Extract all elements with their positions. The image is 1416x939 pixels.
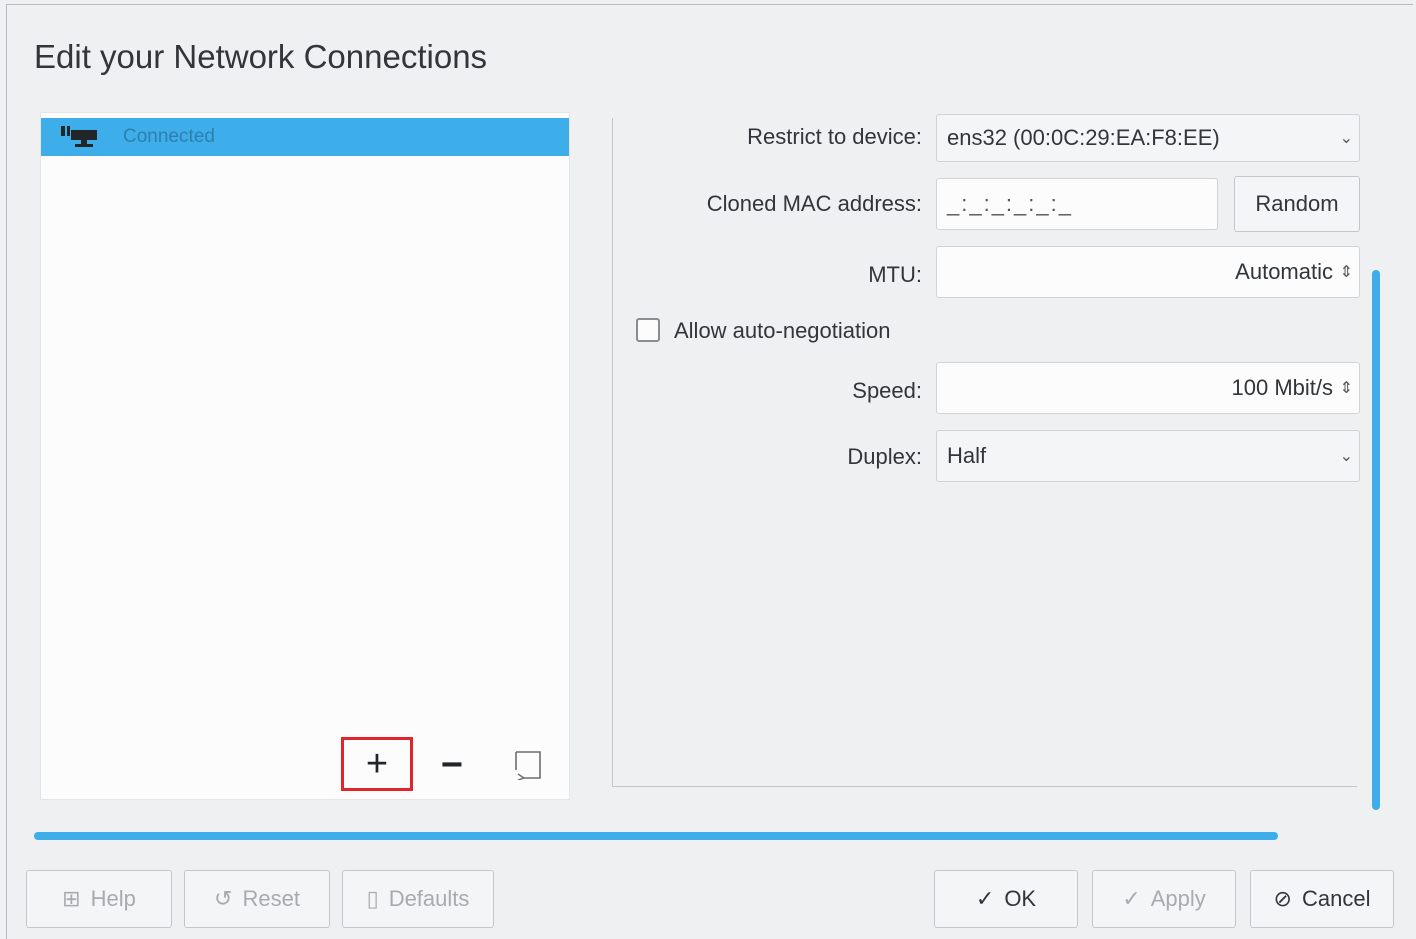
ok-button[interactable]: ✓ OK <box>934 870 1078 928</box>
connection-list[interactable]: Connected + − <box>40 112 570 800</box>
cloned-mac-value: _:_:_:_:_:_ <box>947 191 1073 216</box>
ok-label: OK <box>1004 886 1037 911</box>
mtu-value: Automatic <box>1235 259 1333 284</box>
random-mac-button[interactable]: Random <box>1234 176 1360 232</box>
checkmark-icon: ✓ <box>1122 886 1141 911</box>
wired-network-icon <box>61 126 97 147</box>
cloned-mac-label: Cloned MAC address: <box>706 191 922 216</box>
defaults-icon: ▯ <box>366 886 379 911</box>
chevron-down-icon: ⌄ <box>1339 130 1353 147</box>
cancel-icon: ⊘ <box>1273 886 1292 911</box>
duplex-value: Half <box>947 443 987 468</box>
defaults-button[interactable]: ▯ Defaults <box>342 870 494 928</box>
duplex-label: Duplex: <box>847 444 922 469</box>
reset-label: Reset <box>242 886 300 911</box>
minus-icon: − <box>440 743 464 786</box>
page-title: Edit your Network Connections <box>34 38 488 75</box>
connection-status: Connected <box>123 126 215 147</box>
mtu-spinbox[interactable]: Automatic ⇕ <box>936 246 1360 298</box>
cancel-label: Cancel <box>1301 886 1371 911</box>
connection-item-selected[interactable]: Connected <box>41 118 569 156</box>
spin-arrows-icon: ⇕ <box>1339 264 1353 281</box>
reset-icon: ↺ <box>214 886 233 911</box>
apply-label: Apply <box>1150 886 1206 911</box>
defaults-label: Defaults <box>388 886 470 911</box>
speed-spinbox[interactable]: 100 Mbit/s ⇕ <box>936 362 1360 414</box>
export-connection-button[interactable] <box>491 737 565 793</box>
mtu-label: MTU: <box>868 262 922 287</box>
reset-button[interactable]: ↺ Reset <box>184 870 330 928</box>
restrict-device-label: Restrict to device: <box>747 124 922 149</box>
help-icon: ⊞ <box>62 886 81 911</box>
checkmark-icon: ✓ <box>975 886 995 911</box>
add-connection-button[interactable]: + <box>341 737 413 791</box>
auto-negotiation-label: Allow auto-negotiation <box>674 318 891 343</box>
spin-arrows-icon: ⇕ <box>1339 380 1353 397</box>
help-button[interactable]: ⊞ Help <box>26 870 172 928</box>
vertical-scrollbar[interactable] <box>1372 270 1380 810</box>
apply-button[interactable]: ✓ Apply <box>1092 870 1236 928</box>
export-icon <box>515 751 541 780</box>
horizontal-scrollbar[interactable] <box>34 832 1278 840</box>
auto-negotiation-checkbox[interactable] <box>636 318 660 342</box>
chevron-down-icon: ⌄ <box>1339 448 1353 465</box>
cloned-mac-input[interactable]: _:_:_:_:_:_ <box>936 178 1218 230</box>
restrict-device-value: ens32 (00:0C:29:EA:F8:EE) <box>947 125 1220 150</box>
help-label: Help <box>90 886 136 911</box>
duplex-select[interactable]: Half ⌄ <box>936 430 1360 482</box>
speed-label: Speed: <box>852 378 922 403</box>
cancel-button[interactable]: ⊘ Cancel <box>1250 870 1394 928</box>
restrict-device-select[interactable]: ens32 (00:0C:29:EA:F8:EE) ⌄ <box>936 114 1360 162</box>
remove-connection-button[interactable]: − <box>415 737 489 793</box>
speed-value: 100 Mbit/s <box>1231 375 1334 400</box>
plus-icon: + <box>365 742 389 785</box>
